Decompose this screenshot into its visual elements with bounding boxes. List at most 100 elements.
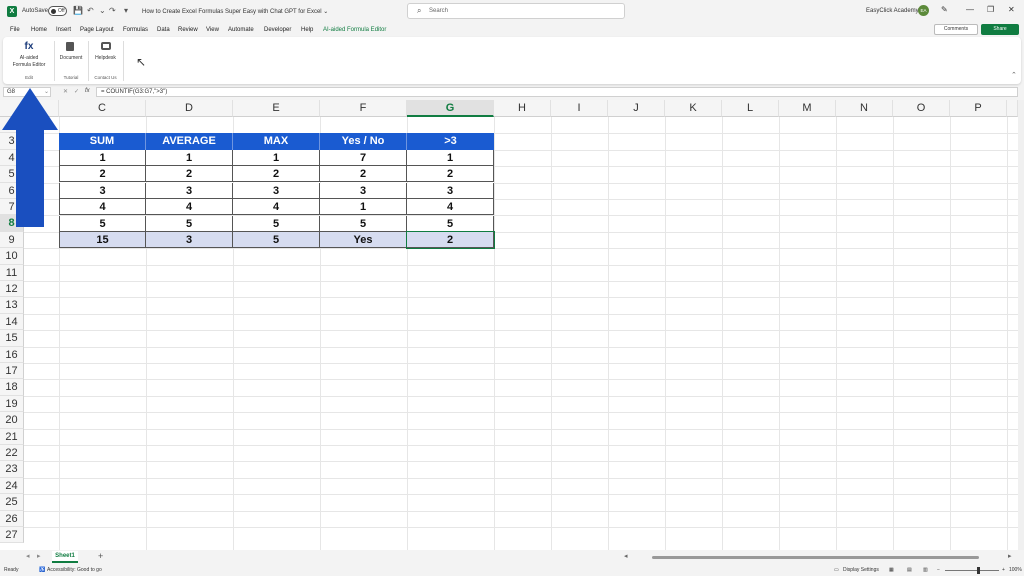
row-header[interactable]: 21 — [0, 429, 24, 445]
worksheet-grid[interactable]: C D E F G H I J K L M N O P 2 3 4 5 6 7 … — [0, 100, 1018, 550]
column-header[interactable]: O — [893, 100, 950, 117]
next-sheet-icon[interactable]: ▸ — [37, 552, 41, 560]
table-header-gt3[interactable]: >3 — [407, 133, 494, 150]
column-header[interactable]: P — [950, 100, 1007, 117]
table-cell[interactable]: 3 — [146, 183, 233, 199]
row-header[interactable]: 18 — [0, 379, 24, 396]
prev-sheet-icon[interactable]: ◂ — [26, 552, 30, 560]
menu-ai-aided-formula-editor[interactable]: AI-aided Formula Editor — [323, 27, 386, 33]
column-header[interactable]: L — [722, 100, 779, 117]
row-header[interactable]: 15 — [0, 330, 24, 347]
table-cell[interactable]: 3 — [320, 183, 407, 199]
table-cell[interactable]: 5 — [59, 216, 146, 232]
column-header[interactable]: I — [551, 100, 608, 117]
table-cell[interactable]: 5 — [233, 216, 320, 232]
table-cell[interactable]: 3 — [59, 183, 146, 199]
table-header-yes-no[interactable]: Yes / No — [320, 133, 407, 150]
table-cell[interactable]: 5 — [320, 216, 407, 232]
customize-toolbar-icon[interactable]: ▾ — [124, 6, 128, 15]
menu-help[interactable]: Help — [301, 27, 313, 33]
pen-icon[interactable]: ✎ — [941, 5, 948, 14]
zoom-slider-thumb[interactable] — [977, 567, 980, 574]
table-cell[interactable]: 4 — [59, 199, 146, 215]
table-header-average[interactable]: AVERAGE — [146, 133, 233, 150]
column-header[interactable]: D — [146, 100, 233, 117]
column-header[interactable] — [1007, 100, 1018, 117]
save-icon[interactable]: 💾 — [73, 6, 83, 15]
share-button[interactable]: Share — [981, 24, 1019, 35]
table-cell[interactable]: 2 — [407, 166, 494, 182]
column-header-selected[interactable]: G — [407, 100, 494, 117]
document-button[interactable]: Document — [56, 39, 86, 71]
scroll-right-icon[interactable]: ▸ — [1008, 552, 1012, 560]
avatar[interactable]: EA — [918, 5, 929, 16]
row-header[interactable]: 17 — [0, 363, 24, 379]
row-header[interactable]: 9 — [0, 232, 24, 248]
table-cell[interactable]: 2 — [320, 166, 407, 182]
autosave-toggle[interactable]: Off — [48, 6, 67, 16]
fx-icon[interactable]: fx — [85, 88, 90, 94]
column-header[interactable]: N — [836, 100, 893, 117]
menu-view[interactable]: View — [206, 27, 219, 33]
row-header[interactable]: 12 — [0, 281, 24, 297]
table-header-sum[interactable]: SUM — [59, 133, 146, 150]
document-title[interactable]: How to Create Excel Formulas Super Easy … — [142, 8, 328, 15]
row-header[interactable]: 16 — [0, 347, 24, 363]
column-header[interactable]: M — [779, 100, 836, 117]
table-cell[interactable]: 2 — [233, 166, 320, 182]
row-header[interactable]: 23 — [0, 461, 24, 478]
row-header[interactable]: 22 — [0, 445, 24, 461]
minimize-icon[interactable]: — — [966, 5, 974, 14]
table-cell[interactable]: 2 — [59, 166, 146, 182]
menu-data[interactable]: Data — [157, 27, 170, 33]
column-header[interactable]: E — [233, 100, 320, 117]
table-cell[interactable]: 1 — [407, 150, 494, 166]
undo-dropdown-icon[interactable]: ⌄ — [99, 6, 106, 15]
zoom-in-icon[interactable]: + — [1002, 567, 1005, 573]
vertical-scrollbar[interactable] — [1018, 100, 1024, 550]
row-header[interactable]: 13 — [0, 297, 24, 314]
total-cell[interactable]: 5 — [233, 232, 320, 248]
close-icon[interactable]: ✕ — [1008, 5, 1015, 14]
total-cell[interactable]: Yes — [320, 232, 407, 248]
row-header[interactable]: 20 — [0, 412, 24, 429]
horizontal-scrollbar-thumb[interactable] — [652, 556, 979, 559]
table-header-max[interactable]: MAX — [233, 133, 320, 150]
total-cell[interactable]: 15 — [59, 232, 146, 248]
table-cell[interactable]: 1 — [320, 199, 407, 215]
restore-icon[interactable]: ❐ — [987, 5, 994, 14]
sheet-tab-active[interactable]: Sheet1 — [52, 551, 78, 563]
row-header[interactable]: 26 — [0, 511, 24, 527]
ai-formula-editor-button[interactable]: fx AI-aided Formula Editor — [6, 39, 52, 71]
menu-page-layout[interactable]: Page Layout — [80, 27, 114, 33]
scroll-left-icon[interactable]: ◂ — [624, 552, 628, 560]
comments-button[interactable]: Comments — [934, 24, 978, 35]
menu-insert[interactable]: Insert — [56, 27, 71, 33]
row-header[interactable]: 14 — [0, 314, 24, 330]
redo-icon[interactable]: ↷ — [109, 6, 116, 15]
table-cell[interactable]: 3 — [407, 183, 494, 199]
table-cell[interactable]: 4 — [407, 199, 494, 215]
zoom-level[interactable]: 100% — [1009, 567, 1022, 573]
row-header[interactable]: 25 — [0, 494, 24, 511]
display-settings[interactable]: Display Settings — [843, 567, 879, 573]
column-header[interactable]: J — [608, 100, 665, 117]
user-name[interactable]: EasyClick Academy — [866, 8, 919, 14]
page-layout-view-icon[interactable]: ▤ — [907, 567, 912, 573]
search-box[interactable]: ⌕ Search — [407, 3, 625, 19]
row-header[interactable]: 27 — [0, 527, 24, 543]
zoom-out-icon[interactable]: − — [937, 567, 940, 573]
table-cell[interactable]: 5 — [146, 216, 233, 232]
table-cell[interactable]: 4 — [233, 199, 320, 215]
table-cell[interactable]: 5 — [407, 216, 494, 232]
selected-cell-g8[interactable]: 2 — [406, 231, 495, 249]
menu-formulas[interactable]: Formulas — [123, 27, 148, 33]
zoom-slider-track[interactable] — [945, 570, 999, 571]
normal-view-icon[interactable]: ▦ — [889, 567, 894, 573]
table-cell[interactable]: 3 — [233, 183, 320, 199]
accessibility-status[interactable]: Accessibility: Good to go — [47, 567, 102, 573]
helpdesk-button[interactable]: Helpdesk — [90, 39, 121, 71]
collapse-ribbon-icon[interactable]: ⌃ — [1011, 71, 1017, 79]
menu-review[interactable]: Review — [178, 27, 198, 33]
table-cell[interactable]: 2 — [146, 166, 233, 182]
